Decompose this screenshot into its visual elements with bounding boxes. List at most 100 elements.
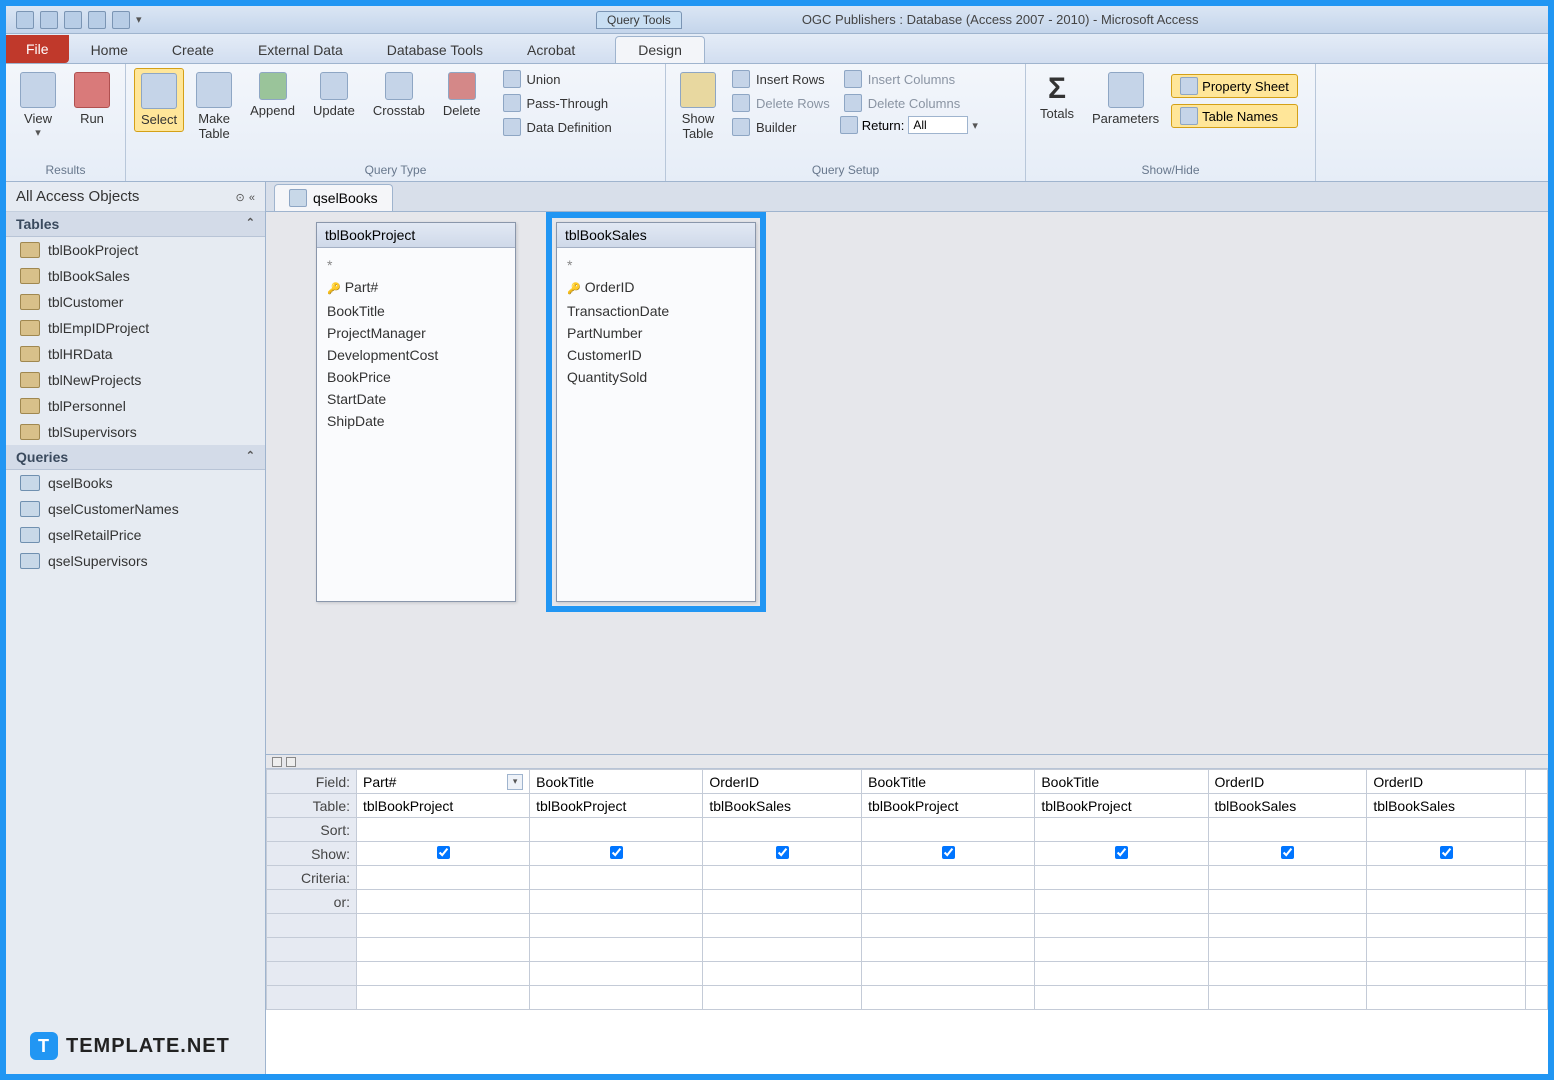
tab-home[interactable]: Home [69,37,150,63]
grid-cell[interactable] [1035,866,1208,890]
grid-cell[interactable] [1367,842,1526,866]
grid-cell[interactable] [703,962,862,986]
delete-query-button[interactable]: Delete [437,68,487,122]
scroll-box-icon[interactable] [286,757,296,767]
pk-field[interactable]: Part# [327,276,505,300]
show-checkbox[interactable] [1281,846,1294,859]
tab-design[interactable]: Design [615,36,705,63]
nav-queries-header[interactable]: Queries⌃ [6,445,265,470]
grid-cell[interactable] [357,938,530,962]
show-checkbox[interactable] [1115,846,1128,859]
grid-cell[interactable] [1035,818,1208,842]
table-names-toggle[interactable]: Table Names [1171,104,1298,128]
select-query-button[interactable]: Select [134,68,184,132]
data-definition-button[interactable]: Data Definition [499,116,616,138]
table-field[interactable]: BookPrice [327,366,505,388]
grid-cell[interactable] [357,890,530,914]
nav-table-item[interactable]: tblHRData [6,341,265,367]
grid-cell[interactable] [1367,962,1526,986]
qat-icon[interactable] [112,11,130,29]
grid-cell[interactable] [703,842,862,866]
table-field[interactable]: TransactionDate [567,300,745,322]
grid-cell[interactable]: Part#▾ [357,770,530,794]
grid-cell[interactable] [1035,890,1208,914]
grid-cell[interactable] [357,842,530,866]
delete-columns-button[interactable]: Delete Columns [840,92,978,114]
qat-save-icon[interactable] [16,11,34,29]
grid-cell[interactable] [530,962,703,986]
grid-cell[interactable] [862,842,1035,866]
qat-redo-icon[interactable] [64,11,82,29]
grid-cell[interactable] [1035,986,1208,1010]
update-button[interactable]: Update [307,68,361,122]
grid-cell[interactable] [357,818,530,842]
show-checkbox[interactable] [1440,846,1453,859]
grid-cell[interactable] [703,890,862,914]
grid-cell[interactable] [1208,818,1367,842]
table-field[interactable]: StartDate [327,388,505,410]
tab-acrobat[interactable]: Acrobat [505,37,597,63]
grid-cell[interactable] [357,986,530,1010]
grid-cell[interactable] [357,866,530,890]
grid-cell[interactable] [530,986,703,1010]
show-checkbox[interactable] [942,846,955,859]
grid-cell[interactable]: OrderID [1208,770,1367,794]
nav-query-item[interactable]: qselCustomerNames [6,496,265,522]
grid-cell[interactable] [862,986,1035,1010]
grid-cell[interactable] [530,866,703,890]
grid-cell[interactable] [1367,914,1526,938]
parameters-button[interactable]: Parameters [1086,68,1165,130]
nav-table-item[interactable]: tblCustomer [6,289,265,315]
make-table-button[interactable]: Make Table [190,68,238,145]
grid-cell[interactable] [1367,890,1526,914]
grid-cell[interactable] [1208,938,1367,962]
doc-tab-qselbooks[interactable]: qselBooks [274,184,393,211]
table-box-bookproject[interactable]: tblBookProject * Part# BookTitleProjectM… [316,222,516,602]
grid-cell[interactable] [703,938,862,962]
grid-cell[interactable] [1035,842,1208,866]
nav-table-item[interactable]: tblBookSales [6,263,265,289]
crosstab-button[interactable]: Crosstab [367,68,431,122]
grid-cell[interactable]: OrderID [1367,770,1526,794]
table-field[interactable]: ShipDate [327,410,505,432]
grid-cell[interactable] [862,866,1035,890]
table-field[interactable]: DevelopmentCost [327,344,505,366]
table-field[interactable]: ProjectManager [327,322,505,344]
grid-cell[interactable] [1367,818,1526,842]
grid-cell[interactable] [530,818,703,842]
pk-field[interactable]: OrderID [567,276,745,300]
grid-cell[interactable]: BookTitle [1035,770,1208,794]
nav-table-item[interactable]: tblPersonnel [6,393,265,419]
passthrough-button[interactable]: Pass-Through [499,92,616,114]
grid-cell[interactable] [530,890,703,914]
scroll-left-icon[interactable] [272,757,282,767]
return-input[interactable] [908,116,968,134]
tab-external-data[interactable]: External Data [236,37,365,63]
grid-cell[interactable]: tblBookProject [357,794,530,818]
nav-table-item[interactable]: tblSupervisors [6,419,265,445]
show-checkbox[interactable] [776,846,789,859]
qat-more-icon[interactable]: ▾ [136,13,142,26]
table-field[interactable]: QuantitySold [567,366,745,388]
append-button[interactable]: Append [244,68,301,122]
grid-cell[interactable]: OrderID [703,770,862,794]
nav-query-item[interactable]: qselSupervisors [6,548,265,574]
grid-cell[interactable] [1208,890,1367,914]
tab-create[interactable]: Create [150,37,236,63]
insert-columns-button[interactable]: Insert Columns [840,68,978,90]
grid-cell[interactable]: tblBookProject [1035,794,1208,818]
grid-cell[interactable] [1208,986,1367,1010]
grid-cell[interactable] [1367,938,1526,962]
grid-cell[interactable]: tblBookSales [1208,794,1367,818]
grid-cell[interactable] [1208,914,1367,938]
return-combo[interactable]: Return:▾ [840,116,978,134]
nav-query-item[interactable]: qselRetailPrice [6,522,265,548]
grid-cell[interactable] [862,938,1035,962]
grid-cell[interactable]: tblBookProject [530,794,703,818]
grid-cell[interactable]: tblBookSales [703,794,862,818]
grid-cell[interactable] [1367,986,1526,1010]
grid-cell[interactable] [703,866,862,890]
grid-cell[interactable] [703,986,862,1010]
table-box-booksales[interactable]: tblBookSales * OrderID TransactionDatePa… [556,222,756,602]
table-field[interactable]: PartNumber [567,322,745,344]
